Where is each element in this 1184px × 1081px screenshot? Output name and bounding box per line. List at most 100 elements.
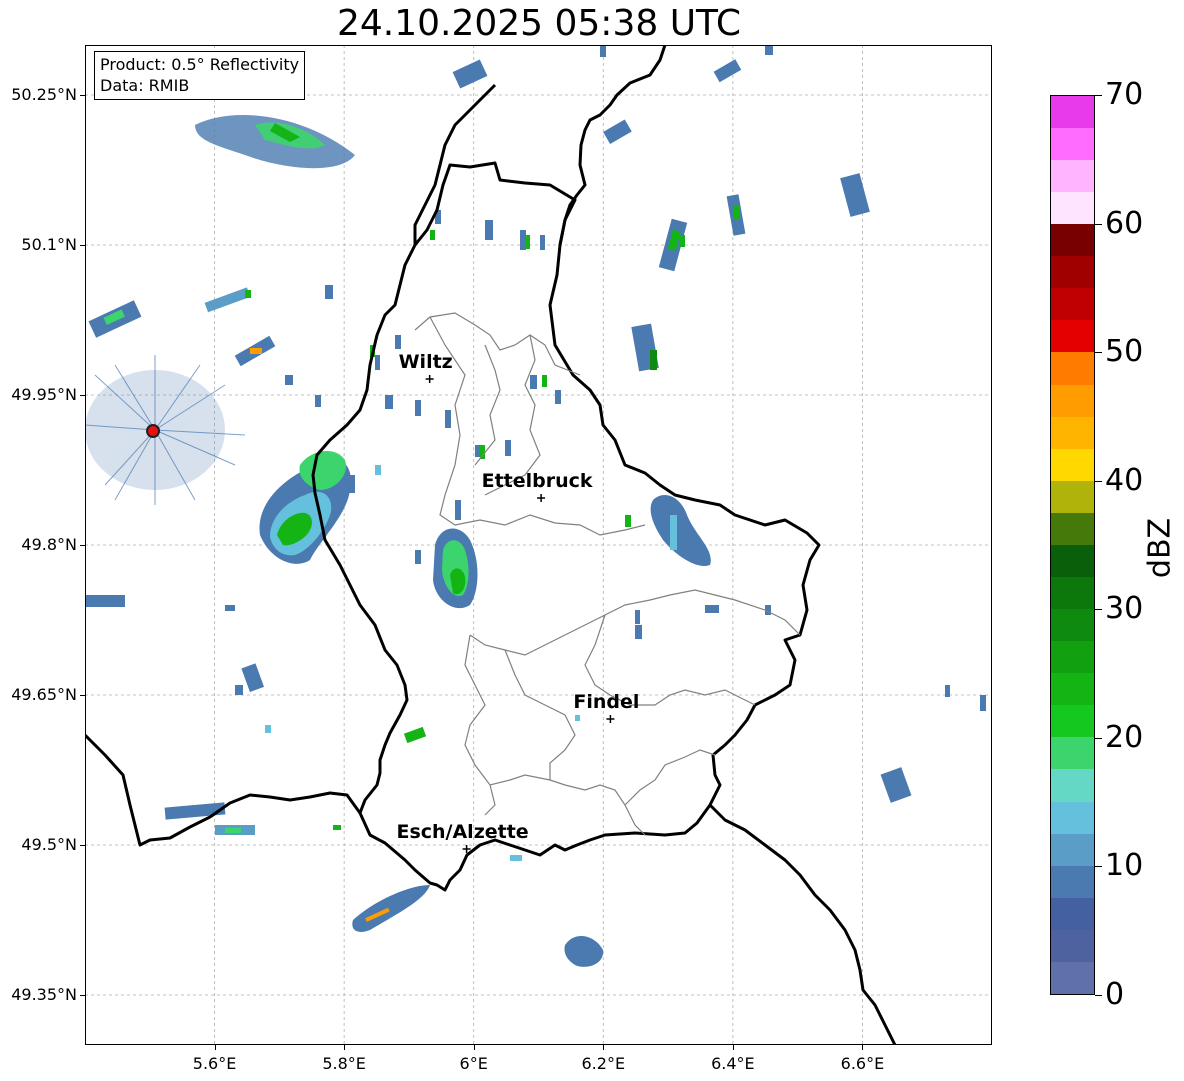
colorbar-segment <box>1051 384 1094 417</box>
colorbar-tick-mark <box>1095 95 1102 96</box>
colorbar-tick-label: 40 <box>1105 462 1144 498</box>
colorbar-tick-mark <box>1095 995 1102 996</box>
product-info-box: Product: 0.5° Reflectivity Data: RMIB <box>94 51 306 100</box>
city-markers <box>425 375 615 853</box>
radar-site-marker <box>146 424 161 438</box>
echo-area <box>713 59 742 83</box>
colorbar-segment <box>1051 448 1094 481</box>
lat-tick-mark <box>80 995 85 996</box>
echo-area <box>880 767 912 803</box>
data-source-label: Data: RMIB <box>100 76 190 95</box>
colorbar-tick-mark <box>1095 223 1102 225</box>
echo-area <box>452 59 488 89</box>
colorbar-tick-label: 30 <box>1105 591 1144 627</box>
echo-area <box>670 515 677 550</box>
echo-area <box>241 663 265 692</box>
echo-area <box>840 173 870 217</box>
colorbar-tick-mark <box>1095 352 1102 354</box>
lat-tick-label: 50.1°N <box>21 235 77 254</box>
lat-tick-mark <box>80 395 85 396</box>
lat-tick-mark <box>80 695 85 696</box>
colorbar-tick-mark <box>1095 609 1102 611</box>
colorbar-tick-label: 0 <box>1105 977 1125 1012</box>
colorbar-segment <box>1051 192 1094 225</box>
colorbar-segment <box>1051 320 1094 353</box>
colorbar-segment <box>1051 705 1094 738</box>
map-title: 24.10.2025 05:38 UTC <box>336 3 742 44</box>
colorbar-segment <box>1051 256 1094 289</box>
lon-tick-label: 6°E <box>459 1054 488 1073</box>
colorbar-segment <box>1051 480 1094 513</box>
city-label: Esch/Alzette <box>396 821 529 843</box>
luxembourg-border <box>311 161 821 892</box>
lat-tick-mark <box>80 95 85 96</box>
colorbar-tick-label: 20 <box>1105 719 1144 755</box>
lon-tick-mark <box>214 1045 216 1050</box>
reflectivity-colorbar <box>1050 95 1095 995</box>
colorbar-segment <box>1051 929 1094 962</box>
lon-tick-label: 6.4°E <box>711 1054 755 1073</box>
city-label: Ettelbruck <box>481 470 593 492</box>
colorbar-segment <box>1051 609 1094 642</box>
lon-tick-mark <box>732 1045 734 1050</box>
colorbar-tick-mark <box>1095 866 1102 868</box>
colorbar-segment <box>1051 224 1094 257</box>
lon-tick-label: 5.6°E <box>192 1054 237 1073</box>
radar-site <box>146 424 161 438</box>
lat-tick-mark <box>80 545 85 546</box>
colorbar-segment <box>1051 352 1094 385</box>
colorbar-segment <box>1051 897 1094 930</box>
lon-tick-mark <box>344 1045 346 1050</box>
canton-boundary <box>464 634 646 836</box>
canton-boundary <box>504 649 576 780</box>
colorbar-segment <box>1051 288 1094 321</box>
colorbar-segment <box>1051 801 1094 834</box>
colorbar-segment <box>1051 95 1094 128</box>
colorbar-tick-label: 10 <box>1105 848 1144 884</box>
colorbar-tick-label: 50 <box>1105 334 1144 370</box>
colorbar-segment <box>1051 576 1094 610</box>
echo-area <box>352 885 430 932</box>
echo-area <box>225 828 241 833</box>
product-label: Product: 0.5° Reflectivity <box>100 55 300 74</box>
echo-area <box>403 726 427 744</box>
colorbar-segment <box>1051 769 1094 802</box>
germany-border-southeast <box>708 803 897 1045</box>
echo-area <box>650 495 711 566</box>
city-label: Wiltz <box>398 351 453 373</box>
lat-tick-label: 49.8°N <box>21 535 77 554</box>
city-label: Findel <box>573 691 640 713</box>
colorbar-tick-label: 60 <box>1105 205 1144 241</box>
lat-tick-mark <box>80 845 85 846</box>
colorbar-segment <box>1051 865 1094 898</box>
echo-area <box>564 935 604 967</box>
colorbar-unit-label: dBZ <box>1142 517 1178 579</box>
colorbar-tick-mark <box>1095 480 1102 482</box>
colorbar-segment <box>1051 159 1094 193</box>
colorbar-segment <box>1051 416 1094 449</box>
colorbar-segment <box>1051 961 1094 994</box>
lat-tick-label: 49.95°N <box>11 385 77 404</box>
lon-tick-mark <box>862 1045 864 1050</box>
echo-area <box>603 119 632 145</box>
lat-tick-label: 49.65°N <box>11 685 77 704</box>
colorbar-tick-label: 70 <box>1105 77 1144 112</box>
canton-boundary <box>484 784 496 816</box>
colorbar-segment <box>1051 833 1094 866</box>
germany-border-north <box>558 45 667 246</box>
lon-tick-label: 5.8°E <box>322 1054 366 1073</box>
colorbar-segment <box>1051 737 1094 770</box>
map-canvas <box>85 45 992 1045</box>
echo-area <box>650 350 657 370</box>
lat-tick-mark <box>80 245 85 246</box>
radar-map[interactable] <box>85 45 992 1045</box>
colorbar-segment <box>1051 512 1094 545</box>
echo-area <box>733 205 739 220</box>
echo-area <box>204 287 251 313</box>
lon-tick-label: 6.6°E <box>840 1054 885 1073</box>
colorbar-segment <box>1051 673 1094 706</box>
canton-boundary <box>429 316 646 536</box>
lat-tick-label: 49.5°N <box>21 835 77 854</box>
colorbar-segment <box>1051 127 1094 160</box>
lon-tick-label: 6.2°E <box>581 1054 626 1073</box>
